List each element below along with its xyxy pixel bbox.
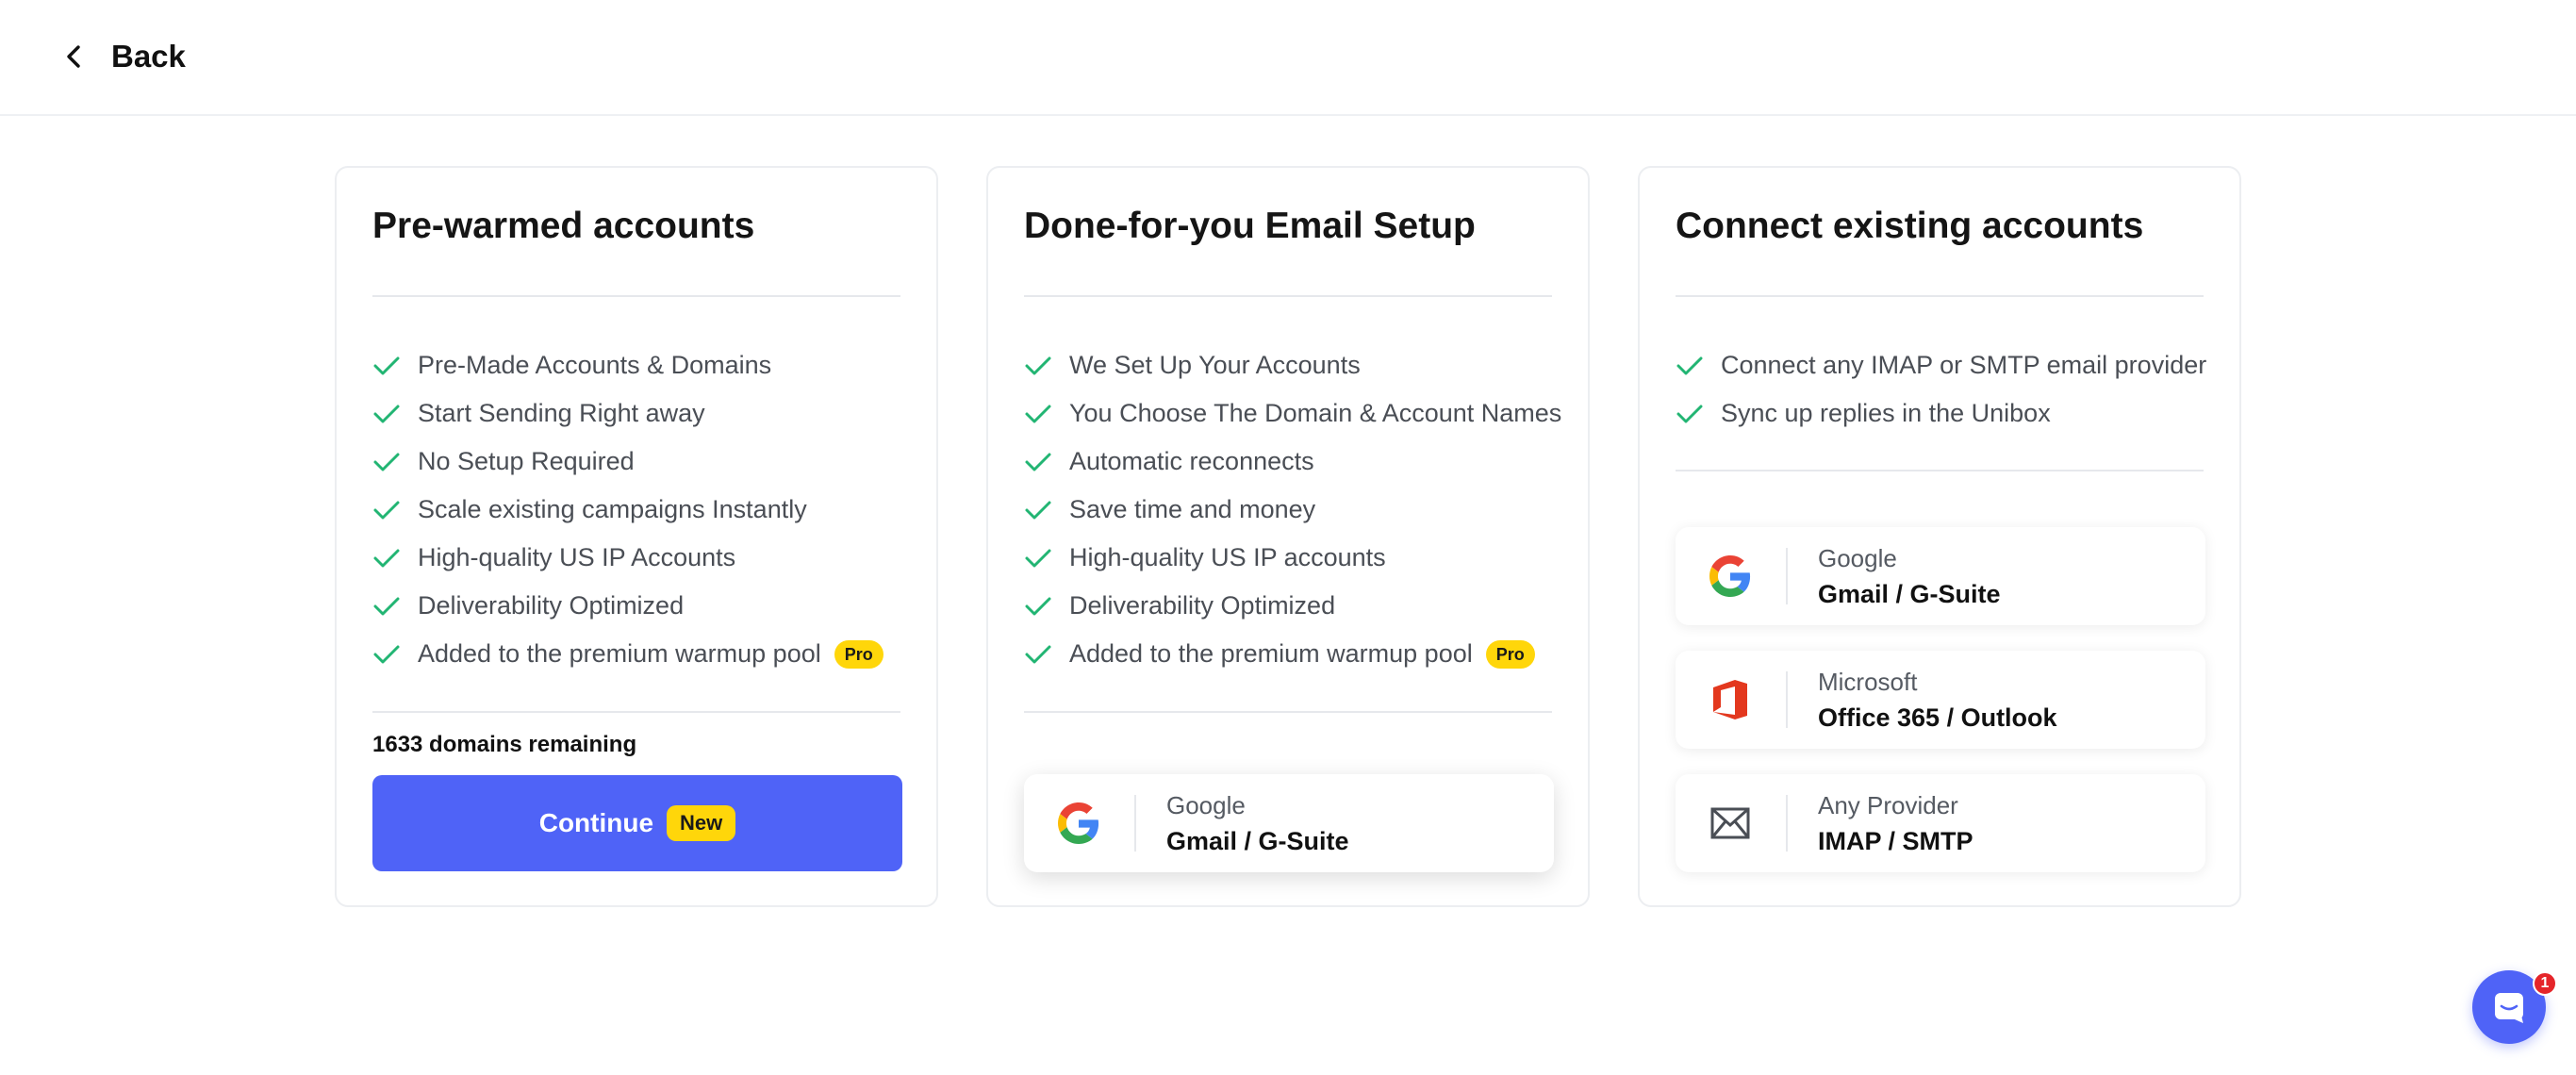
check-icon <box>1025 356 1051 374</box>
check-icon <box>1025 549 1051 567</box>
feature-text: Scale existing campaigns Instantly <box>418 495 807 523</box>
check-icon <box>1025 645 1051 663</box>
check-icon <box>373 597 400 615</box>
provider-microsoft[interactable]: Microsoft Office 365 / Outlook <box>1676 651 2205 749</box>
divider <box>1024 295 1552 297</box>
card-title: Done-for-you Email Setup <box>1024 206 1476 246</box>
back-label: Back <box>111 39 186 74</box>
feature-item: Deliverability Optimized <box>372 582 883 630</box>
feature-text: Save time and money <box>1069 495 1316 523</box>
feature-item: Start Sending Right away <box>372 389 883 438</box>
google-icon <box>1709 555 1751 597</box>
feature-text: Start Sending Right away <box>418 399 705 427</box>
feature-text: No Setup Required <box>418 447 635 475</box>
check-icon <box>1025 453 1051 471</box>
feature-text: Deliverability Optimized <box>418 591 685 620</box>
check-icon <box>373 549 400 567</box>
new-badge: New <box>667 805 736 841</box>
provider-name: Microsoft <box>1818 668 1918 696</box>
feature-item: High-quality US IP accounts <box>1024 534 1561 582</box>
provider-separator <box>1786 671 1788 728</box>
envelope-icon <box>1709 802 1751 844</box>
provider-desc: Gmail / G-Suite <box>1818 580 2001 608</box>
divider <box>372 711 900 713</box>
divider <box>1676 470 2204 471</box>
divider <box>372 295 900 297</box>
feature-text: Added to the premium warmup pool <box>1069 639 1473 668</box>
continue-button[interactable]: Continue New <box>372 775 902 871</box>
provider-name: Google <box>1166 791 1246 819</box>
provider-name: Any Provider <box>1818 791 1958 819</box>
google-icon <box>1058 802 1099 844</box>
provider-desc: IMAP / SMTP <box>1818 827 1973 855</box>
divider <box>1024 711 1552 713</box>
provider-google-dfy[interactable]: Google Gmail / G-Suite <box>1024 774 1554 872</box>
check-icon <box>373 356 400 374</box>
feature-list: Connect any IMAP or SMTP email provider … <box>1676 341 2206 438</box>
provider-desc: Office 365 / Outlook <box>1818 703 2057 732</box>
provider-name: Google <box>1818 544 1897 572</box>
provider-separator <box>1134 795 1136 852</box>
card-connect-existing: Connect existing accounts Connect any IM… <box>1638 166 2241 907</box>
check-icon <box>1676 356 1703 374</box>
pro-badge: Pro <box>1485 639 1535 669</box>
feature-item: Connect any IMAP or SMTP email provider <box>1676 341 2206 389</box>
check-icon <box>1025 405 1051 422</box>
feature-text: Sync up replies in the Unibox <box>1721 399 2051 427</box>
card-title: Pre-warmed accounts <box>372 206 755 246</box>
feature-item: Sync up replies in the Unibox <box>1676 389 2206 438</box>
feature-item: Added to the premium warmup pool Pro <box>372 630 883 678</box>
feature-item: You Choose The Domain & Account Names <box>1024 389 1561 438</box>
feature-list: Pre-Made Accounts & Domains Start Sendin… <box>372 341 883 678</box>
domains-remaining: 1633 domains remaining <box>372 732 637 757</box>
divider <box>1676 295 2204 297</box>
provider-separator <box>1786 548 1788 604</box>
notification-badge: 1 <box>2533 971 2557 996</box>
top-bar: Back <box>0 0 2576 116</box>
office-icon <box>1709 679 1751 720</box>
chevron-left-icon <box>67 45 80 68</box>
card-title: Connect existing accounts <box>1676 206 2144 246</box>
feature-text: Deliverability Optimized <box>1069 591 1336 620</box>
feature-text: Pre-Made Accounts & Domains <box>418 351 772 379</box>
chat-icon <box>2495 993 2523 1023</box>
feature-text: High-quality US IP Accounts <box>418 543 736 571</box>
feature-item: Added to the premium warmup pool Pro <box>1024 630 1561 678</box>
feature-item: No Setup Required <box>372 438 883 486</box>
feature-item: Save time and money <box>1024 486 1561 534</box>
feature-item: Scale existing campaigns Instantly <box>372 486 883 534</box>
check-icon <box>1676 405 1703 422</box>
feature-item: Deliverability Optimized <box>1024 582 1561 630</box>
continue-label: Continue <box>538 808 654 837</box>
feature-item: High-quality US IP Accounts <box>372 534 883 582</box>
feature-list: We Set Up Your Accounts You Choose The D… <box>1024 341 1561 678</box>
card-prewarmed-accounts: Pre-warmed accounts Pre-Made Accounts & … <box>335 166 938 907</box>
feature-item: Pre-Made Accounts & Domains <box>372 341 883 389</box>
pro-badge: Pro <box>834 639 883 669</box>
feature-item: Automatic reconnects <box>1024 438 1561 486</box>
feature-text: Added to the premium warmup pool <box>418 639 821 668</box>
check-icon <box>373 453 400 471</box>
card-done-for-you-setup: Done-for-you Email Setup We Set Up Your … <box>986 166 1590 907</box>
feature-text: You Choose The Domain & Account Names <box>1069 399 1562 427</box>
feature-text: We Set Up Your Accounts <box>1069 351 1361 379</box>
check-icon <box>1025 597 1051 615</box>
back-button[interactable]: Back <box>62 28 186 85</box>
feature-text: Automatic reconnects <box>1069 447 1314 475</box>
feature-text: Connect any IMAP or SMTP email provider <box>1721 351 2207 379</box>
provider-separator <box>1786 795 1788 852</box>
provider-google[interactable]: Google Gmail / G-Suite <box>1676 527 2205 625</box>
check-icon <box>373 405 400 422</box>
check-icon <box>373 645 400 663</box>
feature-item: We Set Up Your Accounts <box>1024 341 1561 389</box>
feature-text: High-quality US IP accounts <box>1069 543 1386 571</box>
check-icon <box>1025 501 1051 519</box>
provider-any[interactable]: Any Provider IMAP / SMTP <box>1676 774 2205 872</box>
check-icon <box>373 501 400 519</box>
provider-desc: Gmail / G-Suite <box>1166 827 1349 855</box>
